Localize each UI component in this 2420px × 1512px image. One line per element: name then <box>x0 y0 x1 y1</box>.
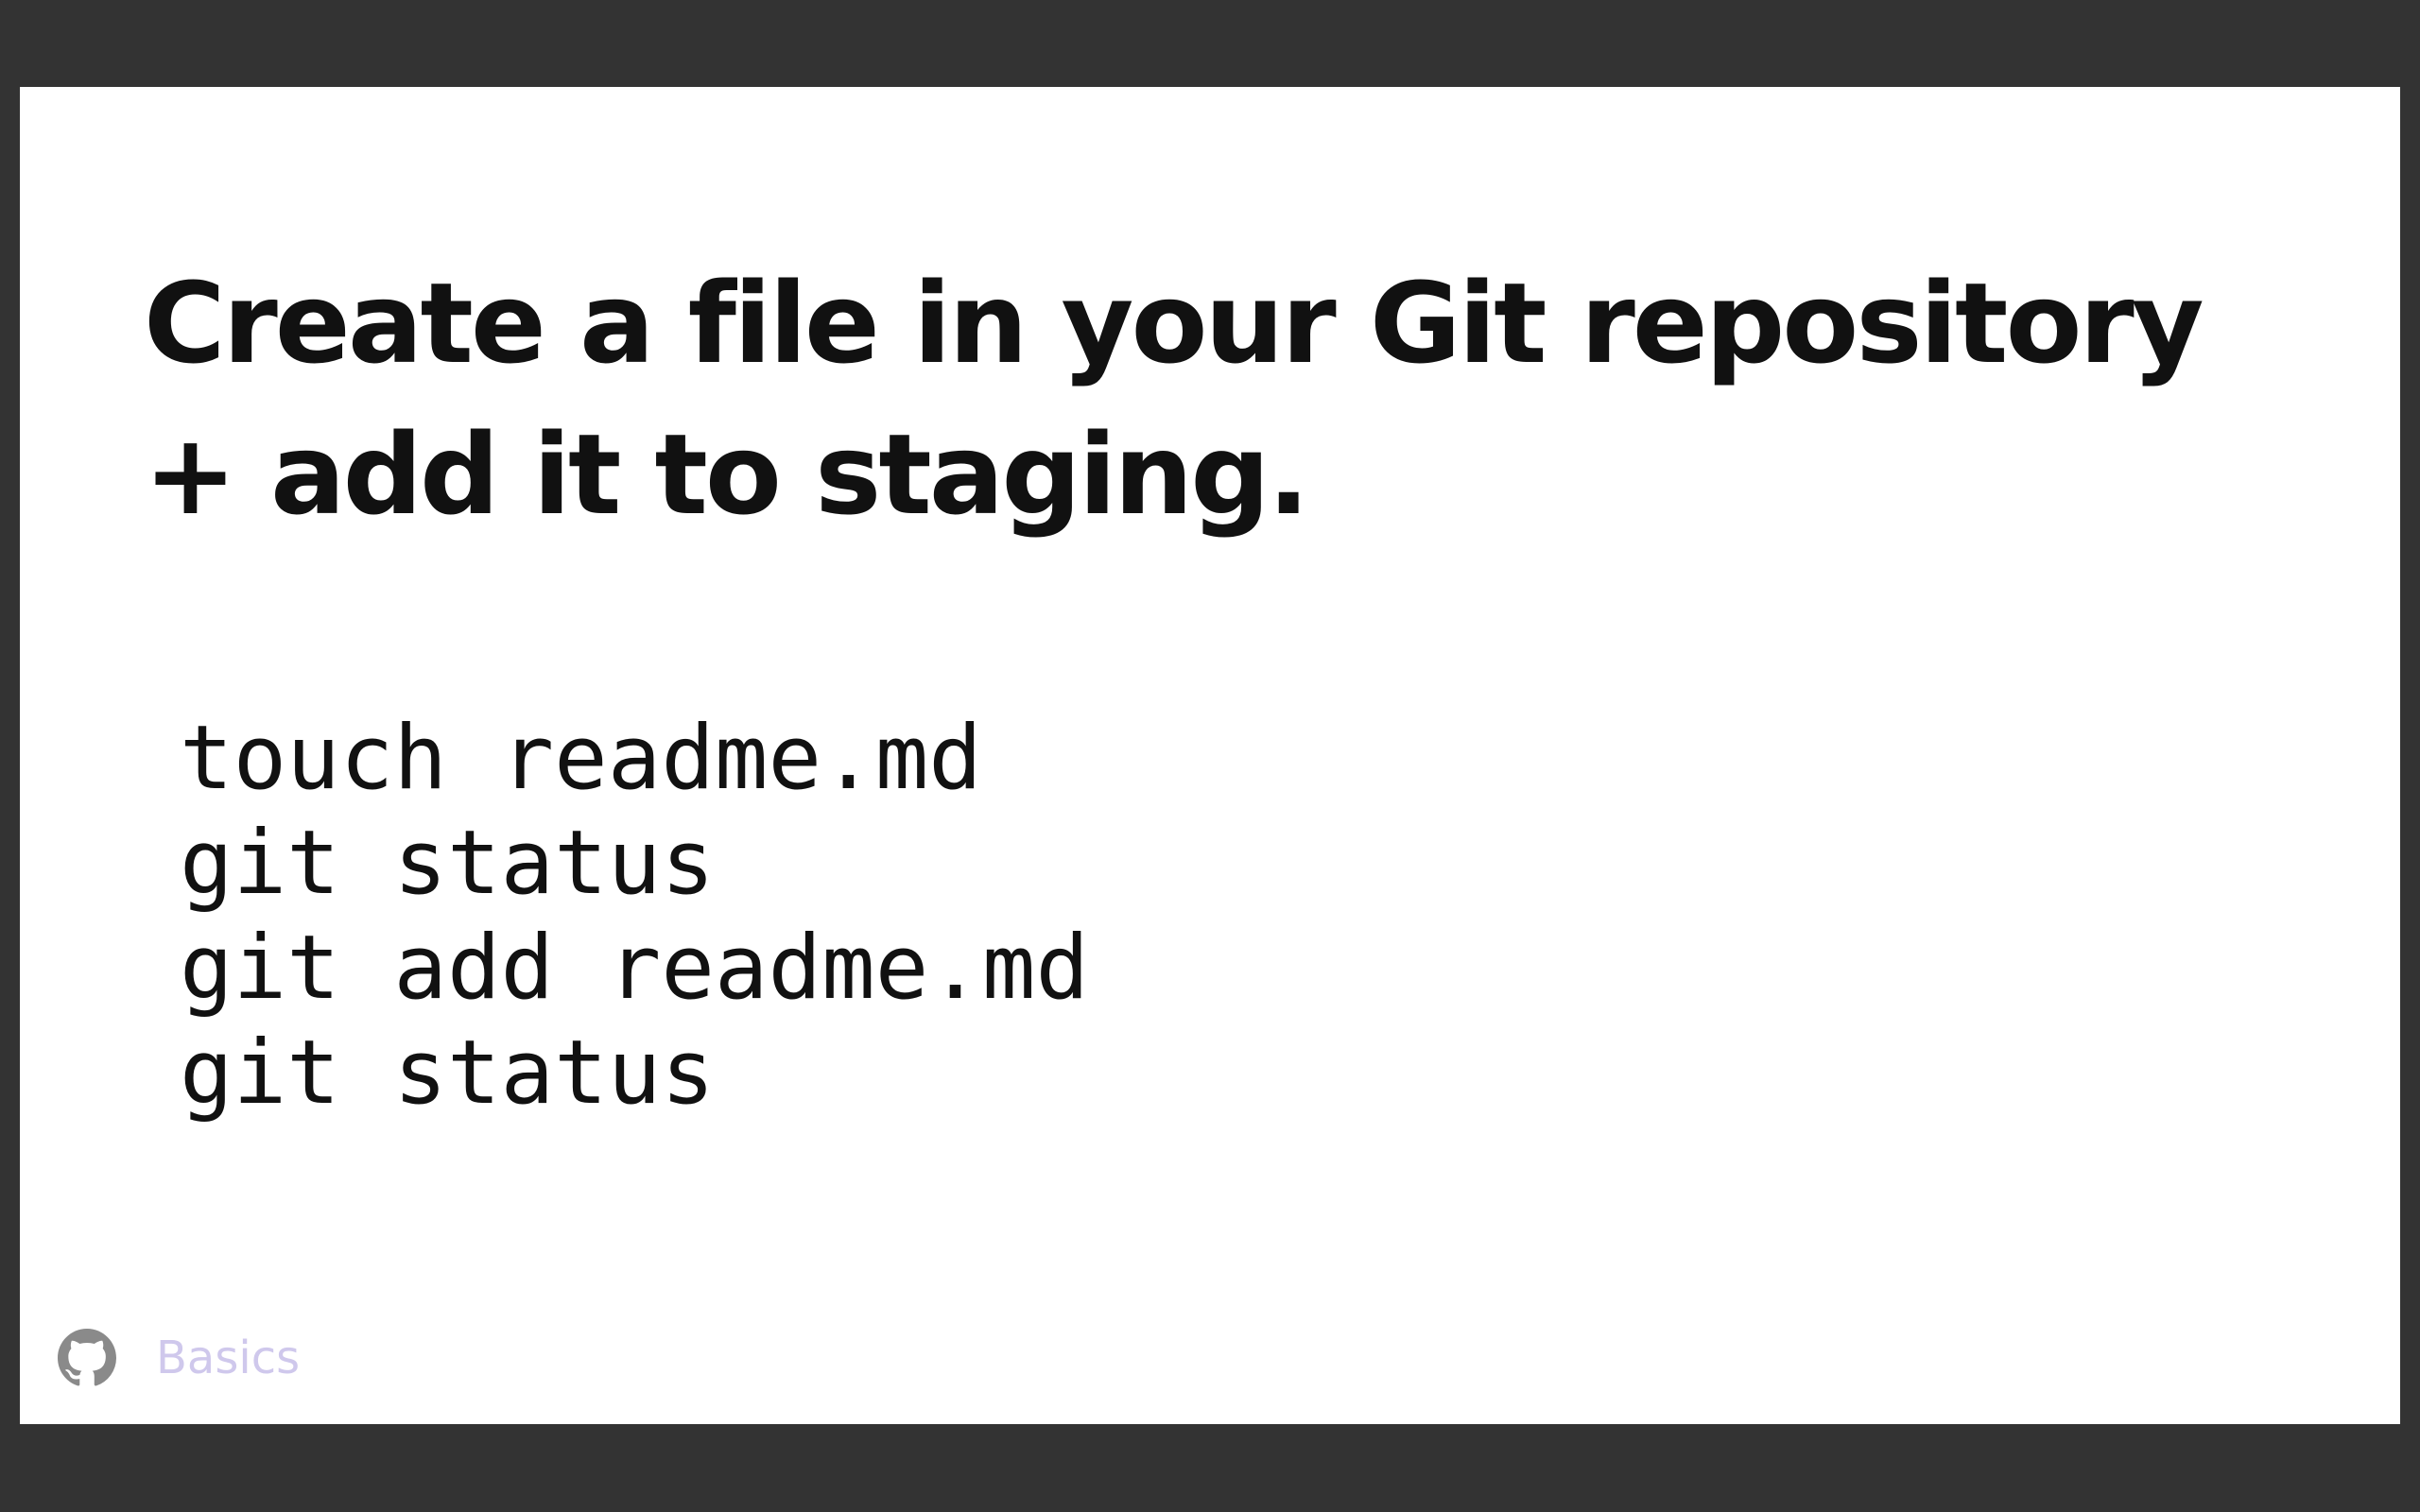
presentation-viewer: Create a file in your Git repository + a… <box>0 0 2420 1512</box>
code-line: git status <box>180 1022 715 1125</box>
github-icon <box>58 1329 116 1387</box>
code-line: git status <box>180 812 715 915</box>
section-label: Basics <box>156 1332 301 1384</box>
code-line: touch readme.md <box>180 707 982 810</box>
slide-footer: Basics <box>58 1325 300 1391</box>
slide-title: Create a file in your Git repository + a… <box>144 258 2204 540</box>
code-block: touch readme.md git status git add readme.… <box>180 706 1089 1125</box>
code-line: git add readme.md <box>180 917 1090 1020</box>
slide: Create a file in your Git repository + a… <box>20 87 2400 1424</box>
